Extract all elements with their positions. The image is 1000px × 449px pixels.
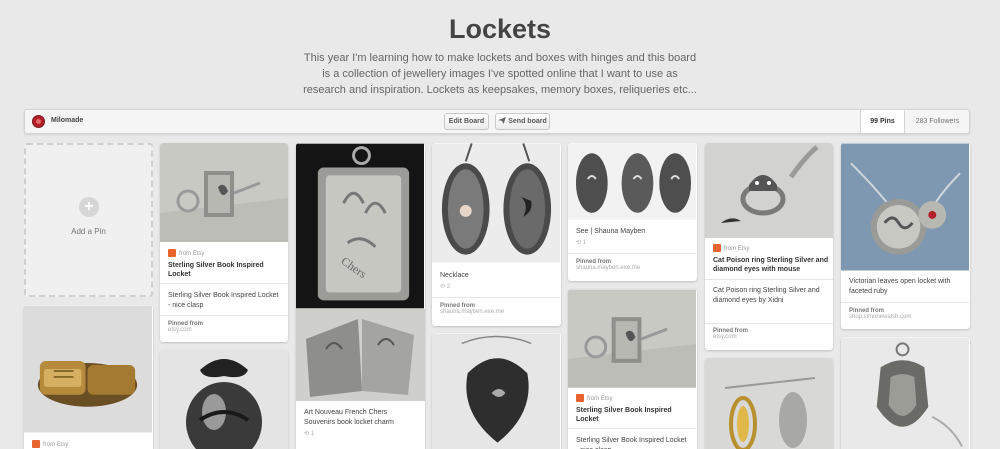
- pin-card[interactable]: from Etsy Sterling Silver Book Inspired …: [160, 143, 288, 342]
- divider: [705, 279, 833, 280]
- pin-card[interactable]: [432, 333, 561, 449]
- pin-source[interactable]: from Etsy: [168, 249, 204, 257]
- divider: [568, 428, 696, 429]
- divider: [568, 253, 696, 254]
- pin-description: Cat Poison ring Sterling Silver and diam…: [713, 287, 820, 304]
- divider: [432, 297, 560, 298]
- pin-image[interactable]: [160, 143, 288, 242]
- pin-description: See | Shauna Mayben: [576, 228, 646, 235]
- avatar[interactable]: [32, 115, 45, 128]
- pin-description: Art Nouveau French Chers Souvenirs book …: [304, 409, 394, 426]
- pin-description: Sterling Silver Book Inspired Locket - n…: [576, 437, 687, 449]
- send-board-label: Send board: [508, 118, 547, 125]
- pin-image[interactable]: [24, 305, 152, 433]
- pin-card[interactable]: [160, 350, 288, 449]
- pin-source[interactable]: from Etsy: [713, 244, 749, 252]
- pin-description: Victorian leaves open locket with facete…: [849, 278, 951, 295]
- edit-board-button[interactable]: Edit Board: [444, 113, 489, 130]
- etsy-icon: [576, 394, 584, 402]
- pin-card[interactable]: Victorian leaves open locket with facete…: [841, 143, 970, 329]
- pin-image[interactable]: [160, 350, 288, 449]
- pin-source[interactable]: from Etsy: [576, 394, 612, 402]
- divider: [705, 323, 833, 324]
- pin-image[interactable]: [705, 358, 833, 449]
- pin-title[interactable]: Sterling Silver Book Inspired Locket: [576, 406, 692, 424]
- divider: [160, 283, 288, 284]
- followers-count-tab[interactable]: 283 Followers: [904, 110, 970, 133]
- pin-card[interactable]: See | Shauna Mayben ⟲ 1 Pinned from shaun…: [568, 143, 697, 281]
- pin-card[interactable]: from Etsy Cat Poison ring Sterling Silve…: [705, 143, 833, 350]
- pin-image[interactable]: [432, 143, 560, 263]
- pin-description: Necklace: [440, 272, 469, 279]
- board-owner-link[interactable]: Milomade: [51, 117, 83, 124]
- pin-card[interactable]: Necklace ⟲ 2 Pinned from shauna.mayben.ex…: [432, 143, 561, 326]
- plus-icon: +: [79, 197, 99, 217]
- pin-image[interactable]: [841, 337, 969, 449]
- pin-image[interactable]: [432, 333, 560, 449]
- pin-image[interactable]: Chers: [296, 143, 424, 309]
- send-icon: [498, 117, 507, 124]
- pin-card[interactable]: Chers Art Nouveau French Chers Souvenirs…: [296, 143, 425, 449]
- pins-count-tab[interactable]: 99 Pins: [860, 110, 904, 133]
- divider: [160, 315, 288, 316]
- pin-image[interactable]: [568, 143, 696, 220]
- pin-title[interactable]: Sterling Silver Book Inspired Locket: [168, 261, 284, 279]
- pin-image[interactable]: [705, 143, 833, 238]
- pin-image[interactable]: [568, 289, 696, 388]
- pinned-from[interactable]: Pinned from shauna.mayben.exe.me: [576, 259, 640, 271]
- add-pin-label: Add a Pin: [71, 227, 106, 236]
- pin-description: Sterling Silver Book Inspired Locket - n…: [168, 292, 279, 309]
- pinned-from[interactable]: Pinned from shop.simonewalsh.com: [849, 308, 911, 320]
- pinned-from[interactable]: Pinned from etsy.com: [713, 328, 748, 340]
- add-pin-card[interactable]: + Add a Pin: [24, 143, 153, 297]
- pin-source[interactable]: from Etsy: [32, 440, 68, 448]
- send-board-button[interactable]: Send board: [495, 113, 550, 130]
- board-toolbar: Milomade Edit Board Send board 99 Pins 2…: [24, 109, 970, 134]
- board-title: Lockets: [448, 14, 552, 44]
- etsy-icon: [713, 244, 721, 252]
- divider: [841, 302, 969, 303]
- etsy-icon: [32, 440, 40, 448]
- etsy-icon: [168, 249, 176, 257]
- pin-title[interactable]: Cat Poison ring Sterling Silver and diam…: [713, 256, 829, 274]
- pin-meta: ⟲ 1: [304, 431, 315, 437]
- pinned-from[interactable]: Pinned from shauna.mayben.exe.me: [440, 303, 504, 315]
- pin-meta: ⟲ 2: [440, 284, 451, 290]
- pin-meta: ⟲ 1: [576, 240, 587, 246]
- pin-card[interactable]: from Etsy Sterling Silver Book Inspired …: [568, 289, 697, 449]
- pin-card[interactable]: from Etsy: [24, 305, 153, 449]
- pin-image-2[interactable]: [296, 309, 425, 401]
- pin-card[interactable]: [841, 337, 970, 449]
- board-description: This year I'm learning how to make locke…: [303, 52, 697, 96]
- pinned-from[interactable]: Pinned from etsy.com: [168, 321, 203, 333]
- pin-image[interactable]: [841, 143, 969, 271]
- pin-card[interactable]: [705, 358, 833, 449]
